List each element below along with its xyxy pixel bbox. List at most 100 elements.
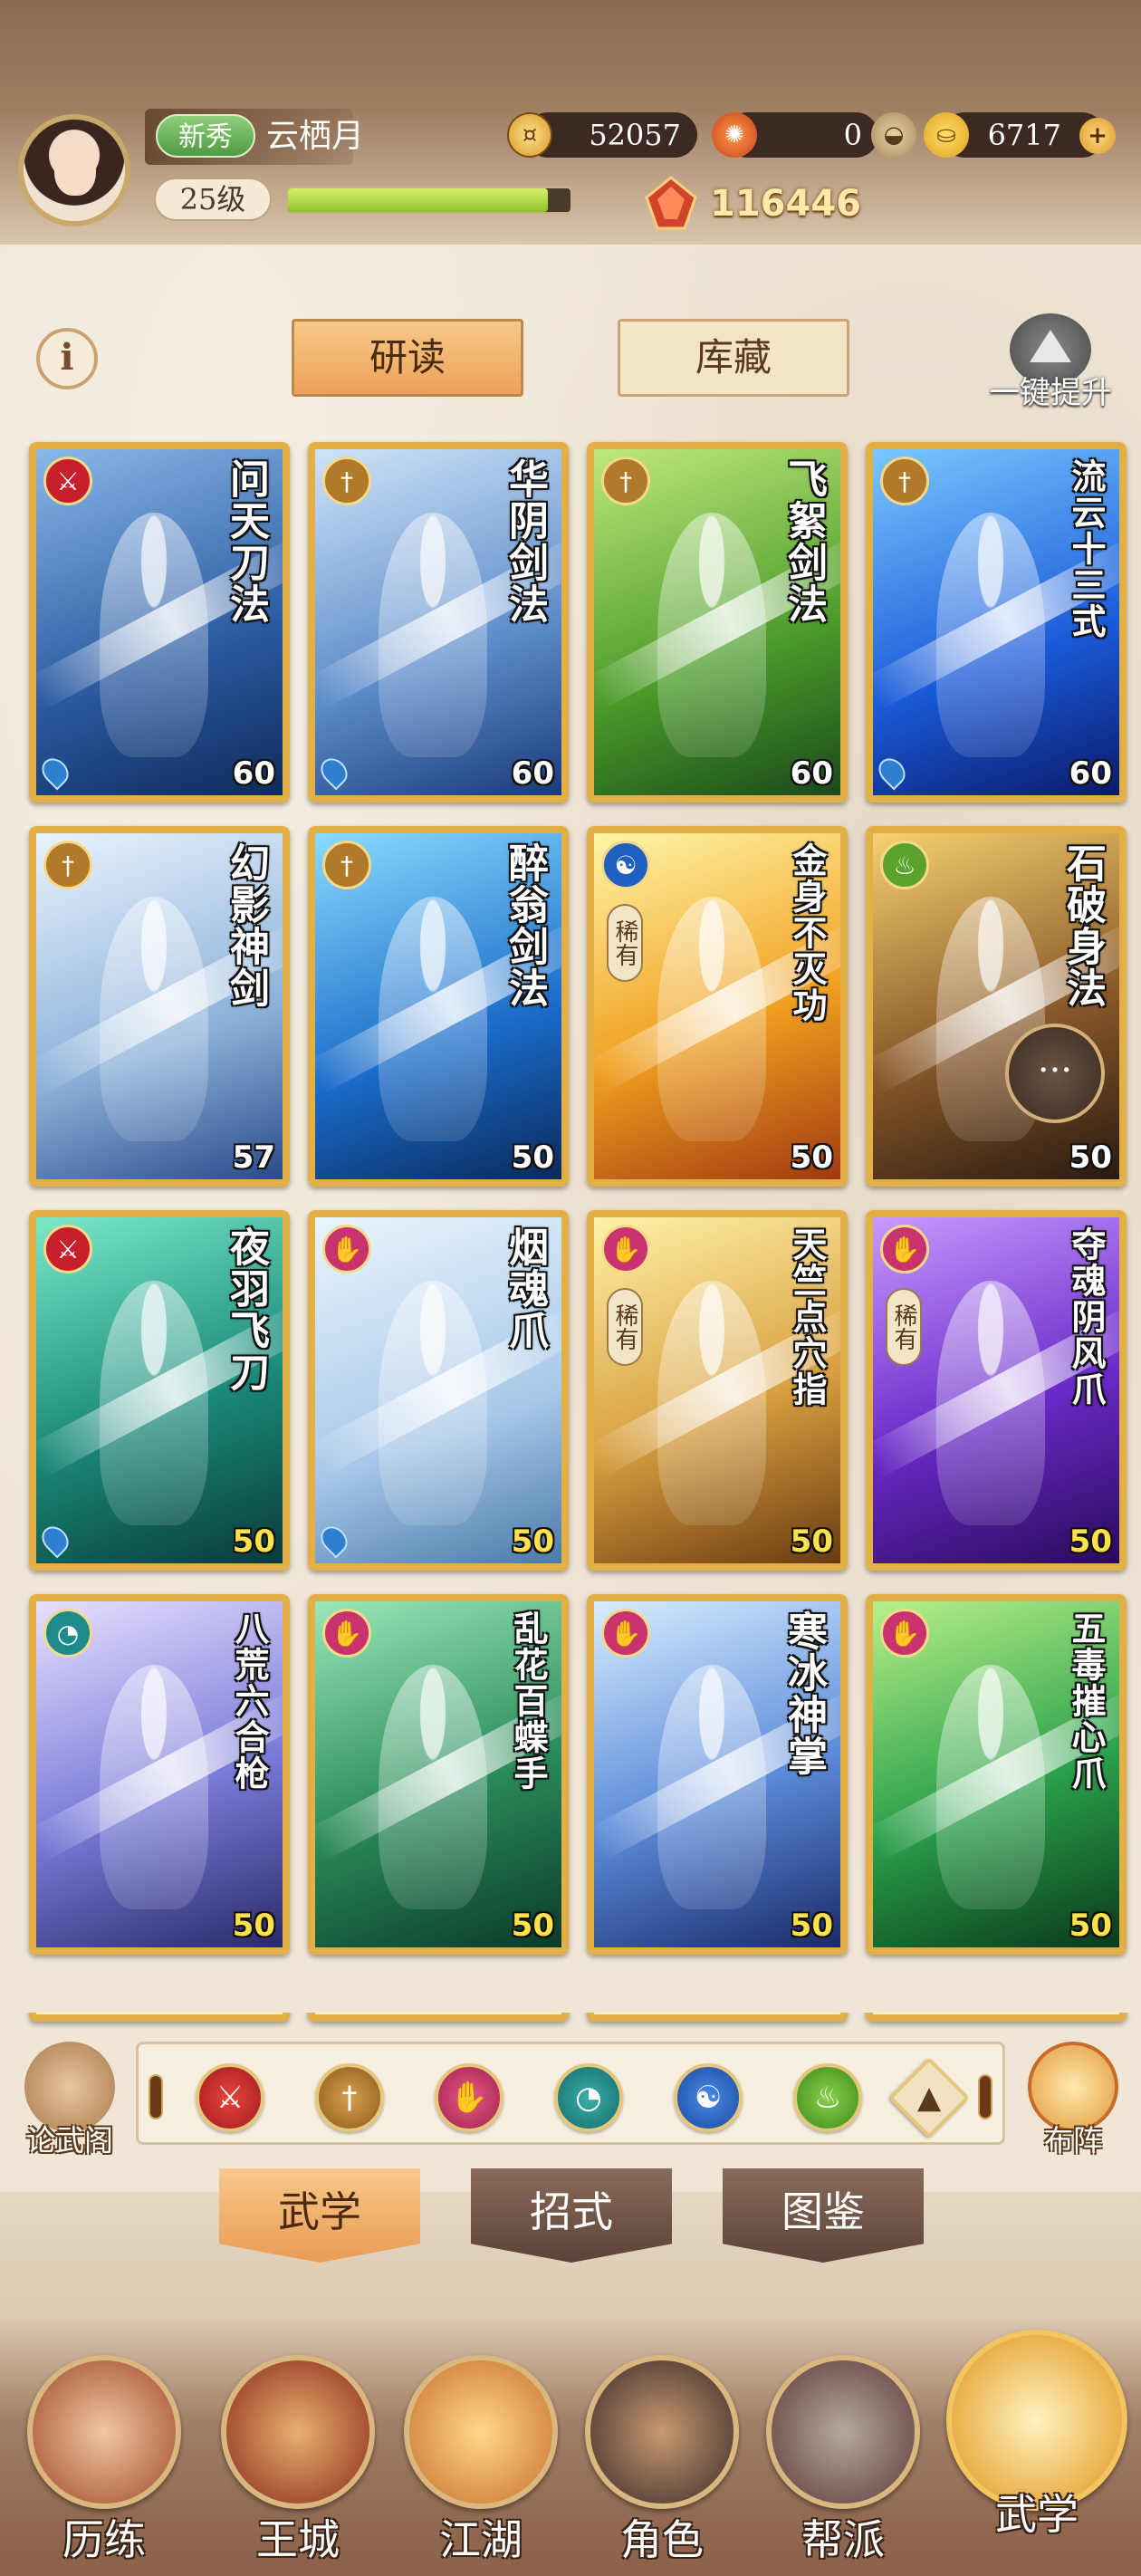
one-click-upgrade-button[interactable]: 一键提升 xyxy=(978,313,1123,413)
card-name: 烟魂爪 xyxy=(502,1226,548,1351)
character-icon xyxy=(585,2355,739,2509)
exp-bar xyxy=(286,187,572,214)
movement-filter-icon[interactable]: ♨ xyxy=(793,2063,862,2132)
nav-jianghu[interactable]: 江湖 xyxy=(395,2355,567,2572)
nav-guild[interactable]: 帮派 xyxy=(757,2355,929,2572)
nav-city[interactable]: 王城 xyxy=(212,2355,384,2572)
fist-type-icon: ✋ xyxy=(880,1609,929,1658)
card-level: 60 xyxy=(511,755,554,792)
fan-filter-icon[interactable]: ◔ xyxy=(554,2063,623,2132)
card-name: 夺魂阴风爪 xyxy=(1066,1226,1107,1408)
martial-card[interactable]: ⚔ 问天刀法 60 xyxy=(29,442,290,803)
nav-martial[interactable]: 武学 xyxy=(942,2330,1132,2547)
martial-card[interactable]: † 华阴剑法 60 xyxy=(308,442,569,803)
tab-study[interactable]: 研读 xyxy=(292,319,523,397)
card-name: 石破身法 xyxy=(1060,842,1106,1009)
fist-type-icon: ✋ xyxy=(880,1225,929,1274)
martial-card[interactable]: ✋ 寒冰神掌 50 xyxy=(587,1594,848,1955)
card-level: 50 xyxy=(232,1523,275,1560)
martial-card[interactable]: † 流云十三式 60 xyxy=(866,442,1127,803)
fist-type-icon: ✋ xyxy=(601,1609,650,1658)
card-level: 50 xyxy=(1069,1908,1112,1944)
tab-storage[interactable]: 库藏 xyxy=(618,319,849,397)
blade-filter-icon[interactable]: ⚔ xyxy=(196,2063,264,2132)
martial-card[interactable]: † 飞絮剑法 60 xyxy=(587,442,848,803)
fan-type-icon: ◔ xyxy=(43,1609,92,1658)
card-character xyxy=(936,1281,1045,1525)
card-character xyxy=(379,513,487,757)
nav-guild-label: 帮派 xyxy=(801,2515,885,2564)
rare-badge: 稀有 xyxy=(607,1288,643,1366)
martial-card[interactable]: † 醉翁剑法 50 xyxy=(308,826,569,1187)
card-character xyxy=(379,1665,487,1909)
internal-filter-icon[interactable]: ☯ xyxy=(674,2063,743,2132)
card-character xyxy=(657,1665,766,1909)
card-level: 60 xyxy=(790,755,833,792)
filter-scroll-right[interactable] xyxy=(978,2074,992,2119)
card-level: 50 xyxy=(232,1908,275,1944)
martial-card[interactable]: ✋ 五毒摧心爪 50 xyxy=(866,1594,1127,1955)
nav-martial-label: 武学 xyxy=(995,2490,1079,2539)
card-character xyxy=(100,1665,208,1909)
martial-hall-button[interactable]: 论武阁 xyxy=(11,2042,129,2159)
martial-card[interactable]: ⚔ 夜羽飞刀 50 xyxy=(29,1210,290,1571)
card-name: 问天刀法 xyxy=(223,458,269,625)
add-gold-icon[interactable]: + xyxy=(1079,118,1116,154)
martial-card[interactable]: ☯ 稀有 金身不灭功 50 xyxy=(587,826,848,1187)
internal-type-icon: ☯ xyxy=(601,841,650,889)
card-level: 50 xyxy=(1069,1139,1112,1176)
card-level: 50 xyxy=(511,1908,554,1944)
copper-amount: 52057 xyxy=(589,118,681,152)
power-gem-icon xyxy=(645,176,697,230)
scroll-clip xyxy=(0,1980,1141,2013)
movement-type-icon: ♨ xyxy=(880,841,929,889)
martial-card[interactable]: † 幻影神剑 57 xyxy=(29,826,290,1187)
card-character xyxy=(657,513,766,757)
sword-type-icon: † xyxy=(880,457,929,505)
card-name: 夜羽飞刀 xyxy=(223,1226,269,1393)
nav-jianghu-label: 江湖 xyxy=(439,2515,523,2564)
fist-type-icon: ✋ xyxy=(601,1225,650,1274)
card-character xyxy=(379,1281,487,1525)
sword-type-icon: † xyxy=(322,457,371,505)
card-level: 50 xyxy=(511,1139,554,1176)
card-name: 醉翁剑法 xyxy=(502,842,548,1009)
jianghu-icon xyxy=(404,2355,558,2509)
exp-bar-fill xyxy=(288,188,549,212)
card-name: 寒冰神掌 xyxy=(781,1610,827,1777)
blade-type-icon: ⚔ xyxy=(43,457,92,505)
one-click-upgrade-label: 一键提升 xyxy=(989,375,1112,411)
nav-character[interactable]: 角色 xyxy=(576,2355,748,2572)
card-level: 50 xyxy=(1069,1523,1112,1560)
martial-card[interactable]: ♨ 石破身法 50 xyxy=(866,826,1127,1187)
card-name: 乱花百蝶手 xyxy=(508,1610,549,1792)
martial-card[interactable]: ✋ 烟魂爪 50 xyxy=(308,1210,569,1571)
nav-training[interactable]: 历练 xyxy=(18,2355,190,2572)
formation-button[interactable]: 布阵 xyxy=(1014,2042,1132,2159)
player-avatar[interactable] xyxy=(18,114,130,226)
card-name: 金身不灭功 xyxy=(787,842,828,1024)
card-character xyxy=(657,1281,766,1525)
card-level: 50 xyxy=(790,1139,833,1176)
combat-power-value: 116446 xyxy=(710,183,861,225)
filter-scroll-left[interactable] xyxy=(149,2074,163,2119)
martial-card[interactable]: ✋ 乱花百蝶手 50 xyxy=(308,1594,569,1955)
flame-herb-icon: ✺ xyxy=(712,112,757,158)
card-level: 57 xyxy=(232,1139,275,1176)
sword-type-icon: † xyxy=(601,457,650,505)
tab-moves[interactable]: 招式 xyxy=(471,2168,672,2263)
tab-martial-arts[interactable]: 武学 xyxy=(219,2168,420,2263)
chat-bubble-icon[interactable]: ··· xyxy=(1005,1024,1105,1123)
card-character xyxy=(936,1665,1045,1909)
martial-card[interactable]: ✋ 稀有 天竺点穴指 50 xyxy=(587,1210,848,1571)
card-name: 飞絮剑法 xyxy=(781,458,827,625)
tab-atlas[interactable]: 图鉴 xyxy=(723,2168,924,2263)
sword-filter-icon[interactable]: † xyxy=(315,2063,384,2132)
martial-hall-label: 论武阁 xyxy=(25,2123,113,2158)
martial-card[interactable]: ✋ 稀有 夺魂阴风爪 50 xyxy=(866,1210,1127,1571)
martial-card[interactable]: ◔ 八荒六合枪 50 xyxy=(29,1594,290,1955)
newbie-badge: 新秀 xyxy=(156,114,255,158)
info-button[interactable]: i xyxy=(36,328,98,389)
guild-icon xyxy=(766,2355,920,2509)
fist-filter-icon[interactable]: ✋ xyxy=(435,2063,503,2132)
